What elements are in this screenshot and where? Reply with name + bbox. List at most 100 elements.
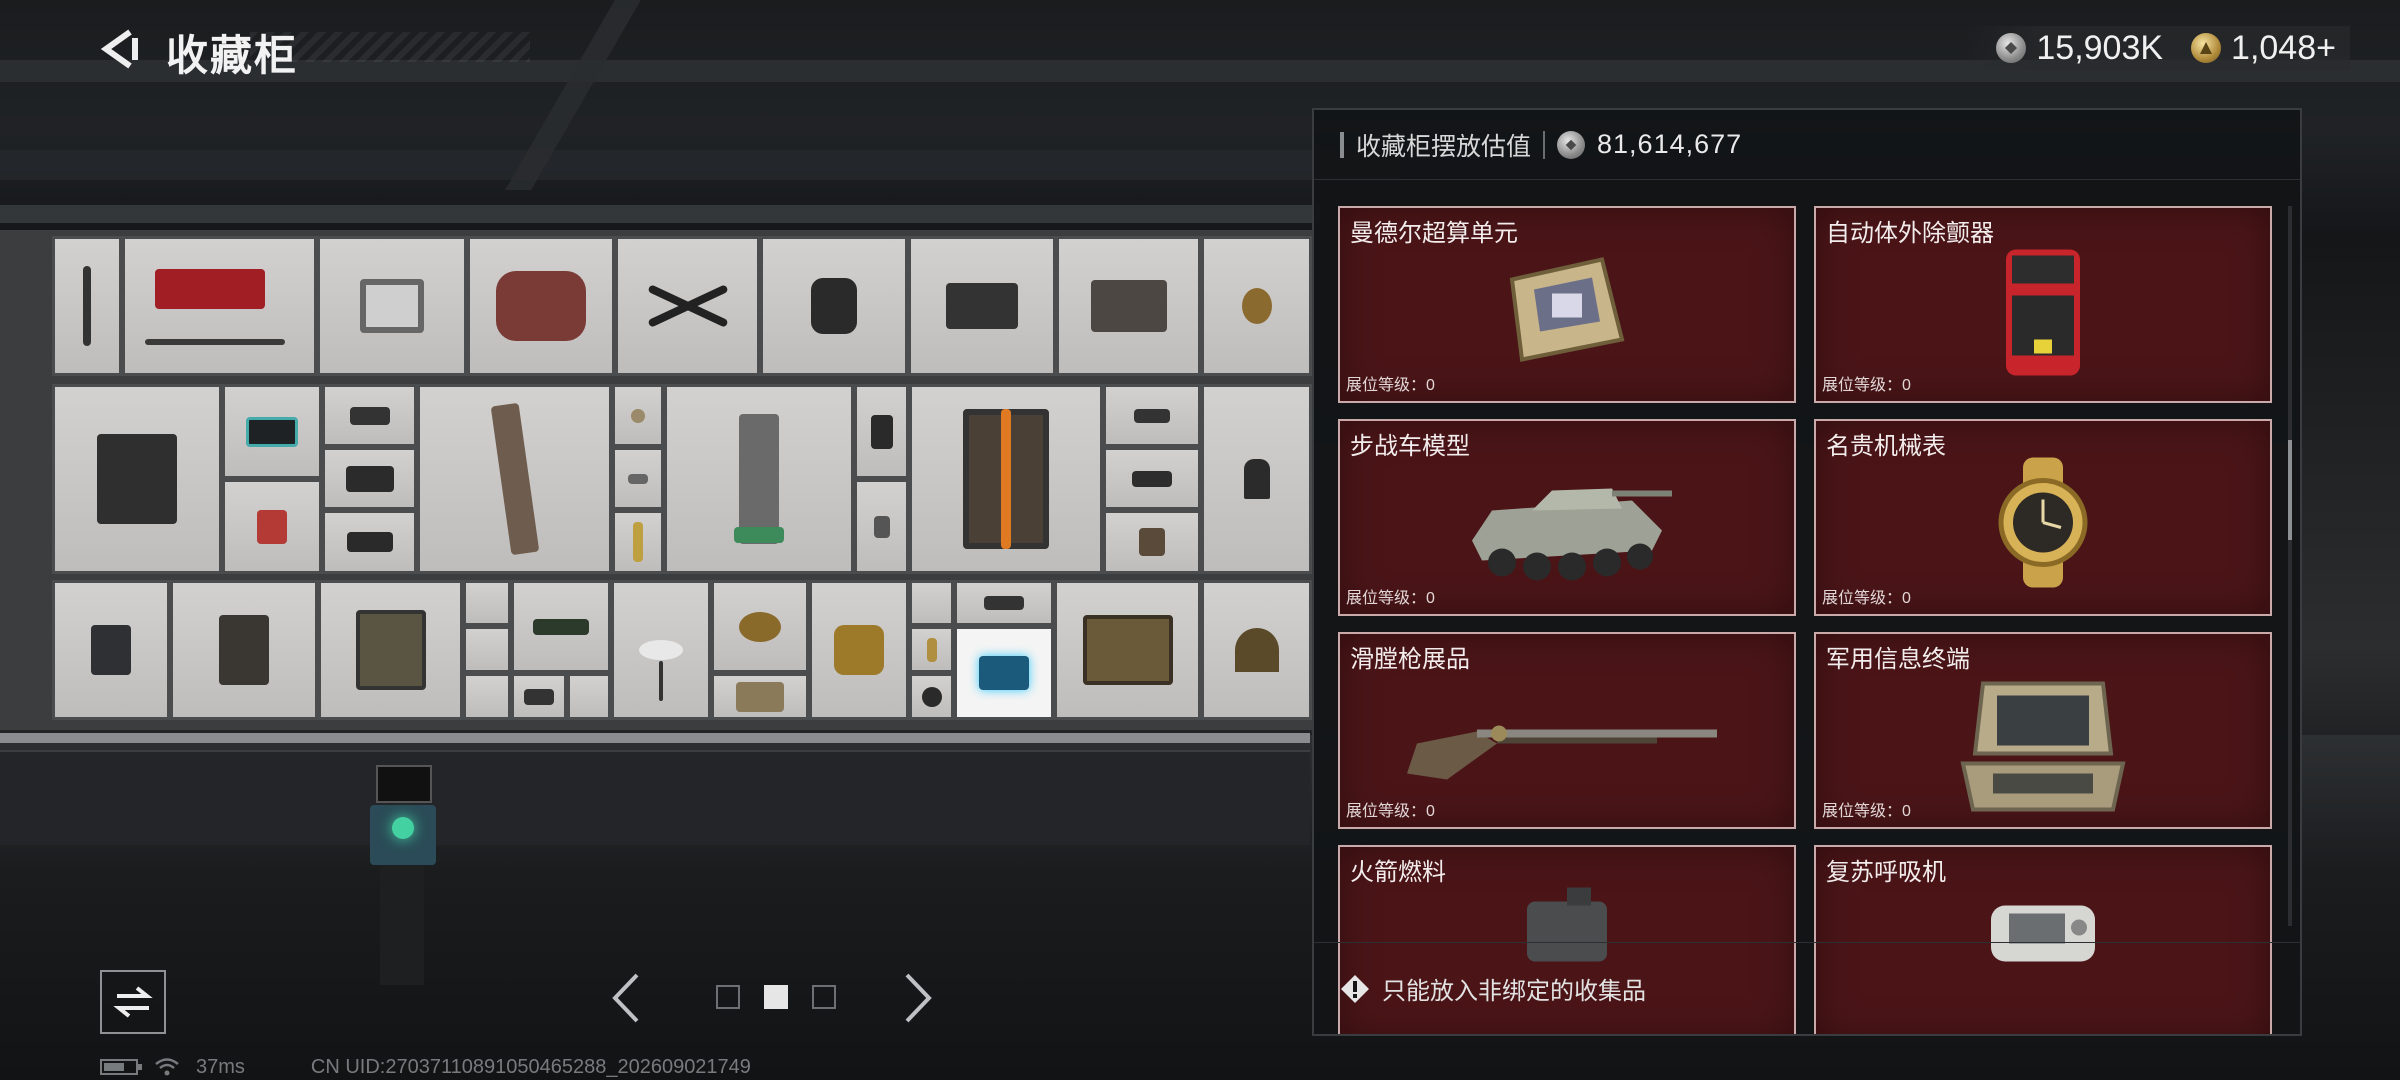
cabinet-slot[interactable]	[711, 673, 809, 720]
page-dot[interactable]	[716, 985, 740, 1009]
panel-header: 收藏柜摆放估值 81,614,677	[1314, 110, 2300, 180]
footer-note: 只能放入非绑定的收集品	[1382, 978, 1646, 1005]
cabinet-slot[interactable]	[909, 580, 954, 626]
page-indicator	[716, 985, 836, 1009]
back-arrow-icon	[100, 29, 138, 69]
cabinet-slot[interactable]	[318, 580, 463, 720]
silver-coin-icon	[1996, 33, 2027, 63]
ping-value: 37ms	[196, 1055, 245, 1078]
cabinet-slot[interactable]	[664, 384, 854, 574]
cabinet-slot[interactable]	[322, 510, 417, 574]
cabinet-slot[interactable]	[170, 580, 318, 720]
cabinet-slot[interactable]	[222, 479, 322, 574]
page-dot-active[interactable]	[764, 985, 788, 1009]
cabinet-slot[interactable]	[222, 384, 322, 479]
cabinet-rail	[0, 733, 1310, 743]
cabinet-slot[interactable]	[567, 673, 611, 720]
item-grid[interactable]: 曼德尔超算单元 展位等级：0 自动体外除颤器 展位等级：0 步战车模型 展位等级…	[1338, 198, 2282, 1034]
uid-text: CN UID:2703711089105046528​8_20260902174…	[310, 1055, 751, 1078]
cabinet-slot[interactable]	[511, 580, 611, 673]
cabinet-slot-selected[interactable]	[954, 626, 1054, 720]
currency-bar: 15,903K 1,048+	[1966, 26, 2350, 70]
cabinet-slot[interactable]	[1054, 580, 1201, 720]
cabinet-slot[interactable]	[612, 384, 664, 447]
estimate-value: 81,614,677	[1597, 129, 1743, 159]
cabinet-slot[interactable]	[1201, 236, 1312, 376]
cabinet-slot[interactable]	[467, 236, 615, 376]
computing-unit-icon	[1492, 250, 1642, 375]
silver-coin-icon	[1557, 130, 1586, 159]
cabinet-base	[0, 750, 1310, 845]
item-name: 自动体外除颤器	[1826, 220, 1994, 247]
item-level: 展位等级：0	[1346, 803, 1435, 820]
cabinet-slot[interactable]	[908, 236, 1056, 376]
next-page-button[interactable]	[898, 968, 938, 1028]
cabinet-slot[interactable]	[317, 236, 467, 376]
cabinet-slot[interactable]	[909, 673, 954, 720]
panel-footer: 只能放入非绑定的收集品	[1314, 942, 2300, 1034]
warning-icon	[1340, 974, 1370, 1004]
cabinet-slot[interactable]	[463, 673, 511, 720]
gold-currency-value[interactable]: 1,048+	[2231, 29, 2336, 68]
cabinet-slot[interactable]	[1201, 384, 1312, 574]
page-title: 收藏柜	[166, 32, 299, 79]
scrollbar-thumb[interactable]	[2288, 440, 2292, 540]
item-level: 展位等级：0	[1346, 377, 1435, 394]
cabinet-slot[interactable]	[417, 384, 612, 574]
wifi-icon	[155, 1058, 179, 1076]
cabinet-slot[interactable]	[615, 236, 760, 376]
cabinet-slot[interactable]	[809, 580, 909, 720]
swap-arrows-icon	[113, 986, 153, 1018]
cabinet-slot[interactable]	[52, 236, 122, 376]
prev-page-button[interactable]	[606, 968, 646, 1028]
cabinet-slot[interactable]	[1103, 447, 1201, 510]
item-card[interactable]: 曼德尔超算单元 展位等级：0	[1338, 206, 1796, 403]
laptop-prop	[352, 765, 452, 985]
cabinet-slot[interactable]	[909, 626, 954, 673]
switch-view-button[interactable]	[100, 970, 166, 1034]
cabinet-slot[interactable]	[612, 510, 664, 574]
cabinet-slot[interactable]	[1103, 510, 1201, 574]
mechanical-watch-icon	[1983, 457, 2103, 593]
item-card[interactable]: 军用信息终端 展位等级：0	[1814, 632, 2272, 829]
cabinet-slot[interactable]	[1201, 580, 1312, 720]
item-level: 展位等级：0	[1346, 590, 1435, 607]
gold-coin-icon	[2191, 33, 2222, 63]
battery-icon	[100, 1059, 142, 1075]
item-name: 曼德尔超算单元	[1350, 220, 1518, 247]
cabinet-slot[interactable]	[322, 384, 417, 447]
item-card[interactable]: 名贵机械表 展位等级：0	[1814, 419, 2272, 616]
header-accent	[1340, 131, 1344, 158]
chevron-right-icon	[905, 973, 932, 1023]
collection-cabinet[interactable]	[0, 230, 1312, 730]
item-card[interactable]: 滑膛枪展品 展位等级：0	[1338, 632, 1796, 829]
cabinet-slot[interactable]	[854, 479, 909, 574]
scrollbar-track[interactable]	[2288, 206, 2292, 926]
item-name: 步战车模型	[1350, 433, 1470, 460]
cabinet-slot[interactable]	[909, 384, 1103, 574]
cabinet-slot[interactable]	[611, 580, 711, 720]
cabinet-slot[interactable]	[52, 580, 170, 720]
item-card[interactable]: 步战车模型 展位等级：0	[1338, 419, 1796, 616]
item-card[interactable]: 自动体外除颤器 展位等级：0	[1814, 206, 2272, 403]
cabinet-slot[interactable]	[760, 236, 908, 376]
cabinet-slot[interactable]	[122, 236, 317, 376]
back-button[interactable]	[98, 26, 142, 72]
cabinet-slot[interactable]	[1056, 236, 1201, 376]
cabinet-slot[interactable]	[854, 384, 909, 479]
ifv-model-icon	[1462, 470, 1672, 595]
cabinet-slot[interactable]	[511, 673, 567, 720]
chevron-left-icon	[612, 973, 639, 1023]
cabinet-slot[interactable]	[954, 580, 1054, 626]
cabinet-slot[interactable]	[1103, 384, 1201, 447]
cabinet-slot[interactable]	[612, 447, 664, 510]
musket-icon	[1407, 703, 1727, 788]
item-level: 展位等级：0	[1822, 377, 1911, 394]
page-dot[interactable]	[812, 985, 836, 1009]
cabinet-slot[interactable]	[463, 626, 511, 673]
item-name: 军用信息终端	[1826, 646, 1970, 673]
cabinet-slot[interactable]	[463, 580, 511, 626]
cabinet-slot[interactable]	[52, 384, 222, 574]
cabinet-slot[interactable]	[711, 580, 809, 673]
cabinet-slot[interactable]	[322, 447, 417, 510]
